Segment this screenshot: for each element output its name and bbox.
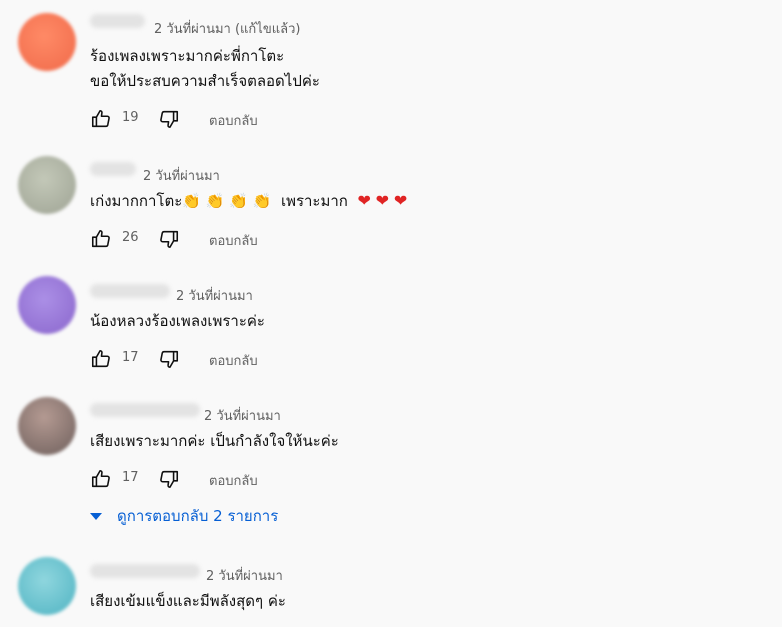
view-replies-label: ดูการตอบกลับ 2 รายการ bbox=[117, 507, 279, 525]
comment-time[interactable]: 2 วันที่ผ่านมา bbox=[143, 169, 220, 184]
comment-actions: 17 ตอบกลับ bbox=[90, 468, 390, 492]
author-name[interactable] bbox=[90, 564, 200, 578]
heart-icon: ❤ bbox=[357, 191, 371, 210]
clapping-hands-icon: 👏 bbox=[229, 192, 248, 210]
edited-label: (แก้ไขแล้ว) bbox=[234, 22, 301, 37]
comment-meta: 2 วันที่ผ่านมา bbox=[206, 565, 283, 586]
thumbs-up-icon[interactable] bbox=[90, 348, 112, 370]
thumbs-down-icon[interactable] bbox=[158, 468, 180, 490]
like-count: 26 bbox=[122, 230, 139, 245]
author-name[interactable] bbox=[90, 14, 145, 28]
reply-button[interactable]: ตอบกลับ bbox=[209, 230, 258, 251]
comment-text: เสียงเพราะมากค่ะ เป็นกำลังใจให้นะค่ะ bbox=[90, 432, 339, 450]
like-count: 17 bbox=[122, 470, 139, 485]
comment-text-part: เก่งมากกาโตะ bbox=[90, 192, 183, 210]
thumbs-down-icon[interactable] bbox=[158, 108, 180, 130]
heart-icon: ❤ bbox=[375, 191, 390, 210]
view-replies-button[interactable]: ดูการตอบกลับ 2 รายการ bbox=[90, 505, 278, 527]
clapping-hands-icon: 👏 bbox=[182, 192, 201, 210]
thumbs-up-icon[interactable] bbox=[90, 468, 112, 490]
avatar[interactable] bbox=[18, 557, 76, 615]
author-name[interactable] bbox=[90, 162, 136, 176]
reply-button[interactable]: ตอบกลับ bbox=[209, 110, 258, 131]
thumbs-down-icon[interactable] bbox=[158, 348, 180, 370]
comment-time[interactable]: 2 วันที่ผ่านมา bbox=[206, 569, 283, 584]
author-name[interactable] bbox=[90, 284, 170, 298]
comment-time[interactable]: 2 วันที่ผ่านมา bbox=[204, 409, 281, 424]
clapping-hands-icon: 👏 bbox=[252, 192, 272, 210]
author-name[interactable] bbox=[90, 403, 200, 417]
thumbs-up-icon[interactable] bbox=[90, 228, 112, 250]
comment-meta: 2 วันที่ผ่านมา bbox=[176, 285, 253, 306]
thumbs-down-icon[interactable] bbox=[158, 228, 180, 250]
clapping-hands-icon: 👏 bbox=[205, 192, 225, 210]
heart-icon: ❤ bbox=[393, 191, 408, 210]
comment-meta: 2 วันที่ผ่านมา bbox=[204, 405, 281, 426]
reply-button[interactable]: ตอบกลับ bbox=[209, 470, 258, 491]
like-count: 19 bbox=[122, 110, 139, 125]
comment-actions: 26 ตอบกลับ bbox=[90, 228, 390, 252]
comment-actions: 19 ตอบกลับ bbox=[90, 108, 390, 132]
avatar[interactable] bbox=[18, 13, 76, 71]
thumbs-up-icon[interactable] bbox=[90, 108, 112, 130]
avatar[interactable] bbox=[18, 276, 76, 334]
comment-actions: 17 ตอบกลับ bbox=[90, 348, 390, 372]
avatar[interactable] bbox=[18, 156, 76, 214]
comment-time[interactable]: 2 วันที่ผ่านมา bbox=[176, 289, 253, 304]
avatar[interactable] bbox=[18, 397, 76, 455]
comment-text: เก่งมากกาโตะ👏 👏 👏 👏 เพราะมาก ❤ ❤ ❤ bbox=[90, 188, 407, 214]
comment-time[interactable]: 2 วันที่ผ่านมา bbox=[154, 22, 231, 37]
comment-text: เสียงเข้มแข็งและมีพลังสุดๆ ค่ะ bbox=[90, 592, 286, 610]
like-count: 17 bbox=[122, 350, 139, 365]
comment-text: น้องหลวงร้องเพลงเพราะค่ะ bbox=[90, 312, 265, 330]
comment-text: ร้องเพลงเพราะมากค่ะพี่กาโตะ ขอให้ประสบคว… bbox=[90, 47, 320, 90]
caret-down-icon bbox=[90, 512, 102, 520]
comment-meta: 2 วันที่ผ่านมา (แก้ไขแล้ว) bbox=[154, 18, 300, 39]
reply-button[interactable]: ตอบกลับ bbox=[209, 350, 258, 371]
comment-meta: 2 วันที่ผ่านมา bbox=[143, 165, 220, 186]
comment-text-part: เพราะมาก bbox=[280, 192, 348, 210]
